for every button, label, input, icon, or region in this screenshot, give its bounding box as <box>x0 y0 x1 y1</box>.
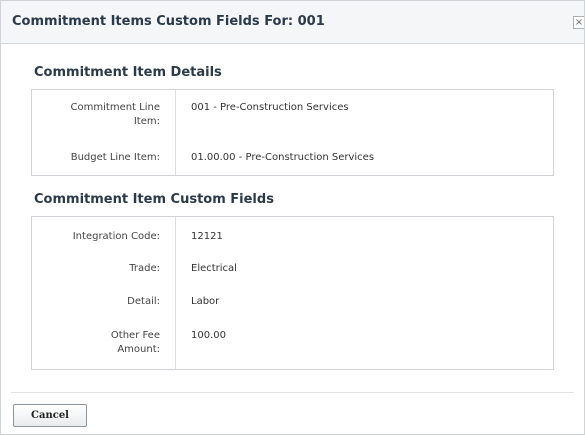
commitment-line-item-label: Commitment Line Item: <box>70 102 160 127</box>
trade-value: Electrical <box>191 263 237 274</box>
detail-value: Labor <box>191 296 220 307</box>
custom-fields-dialog: Commitment Items Custom Fields For: 001 … <box>0 0 585 435</box>
dialog-title: Commitment Items Custom Fields For: 001 <box>12 14 325 29</box>
panel-divider <box>175 90 176 175</box>
panel-divider <box>175 217 176 369</box>
budget-line-item-label: Budget Line Item: <box>70 152 160 163</box>
integration-code-value: 12121 <box>191 231 223 242</box>
details-heading: Commitment Item Details <box>34 65 222 80</box>
close-icon[interactable]: × <box>573 16 584 29</box>
custom-fields-heading: Commitment Item Custom Fields <box>34 192 274 207</box>
budget-line-item-value: 01.00.00 - Pre-Construction Services <box>191 152 375 163</box>
other-fee-amount-label: Other Fee Amount: <box>110 330 160 355</box>
detail-label: Detail: <box>127 296 160 307</box>
cancel-button[interactable]: Cancel <box>13 404 87 427</box>
dialog-header: Commitment Items Custom Fields For: 001 … <box>1 1 584 44</box>
commitment-line-item-value: 001 - Pre-Construction Services <box>191 102 349 113</box>
custom-fields-panel: Integration Code: 12121 Trade: Electrica… <box>31 216 554 370</box>
details-panel: Commitment Line Item: 001 - Pre-Construc… <box>31 89 554 176</box>
integration-code-label: Integration Code: <box>72 231 160 242</box>
trade-label: Trade: <box>129 263 160 274</box>
footer-divider <box>11 392 574 393</box>
other-fee-amount-value: 100.00 <box>191 330 226 341</box>
